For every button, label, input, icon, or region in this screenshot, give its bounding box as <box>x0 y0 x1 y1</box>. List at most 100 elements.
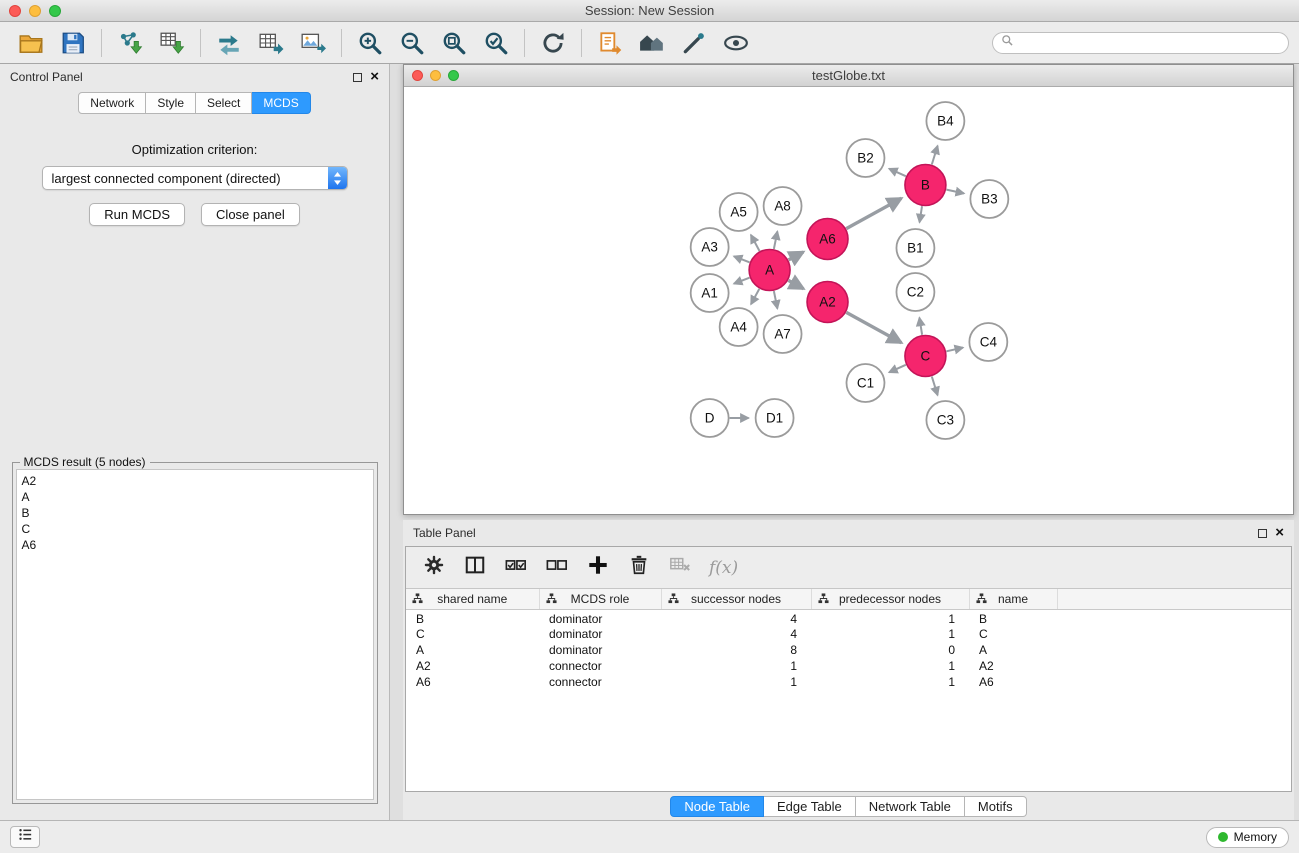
graph-node-B1[interactable]: B1 <box>896 229 934 267</box>
import-network-from-file-button[interactable] <box>109 25 151 61</box>
zoom-selected-button[interactable] <box>475 25 517 61</box>
graph-node-A8[interactable]: A8 <box>764 187 802 225</box>
edge-A-A1[interactable] <box>734 278 750 284</box>
zoom-out-button[interactable] <box>391 25 433 61</box>
run-mcds-button[interactable]: Run MCDS <box>89 203 185 226</box>
edge-C-C2[interactable] <box>919 318 922 335</box>
table-row-B[interactable]: Bdominator41B <box>406 609 1291 626</box>
graph-node-B2[interactable]: B2 <box>847 139 885 177</box>
function-builder-button[interactable]: f(x) <box>709 556 738 580</box>
result-item-A2[interactable]: A2 <box>22 473 368 489</box>
zoom-fit-button[interactable] <box>433 25 475 61</box>
close-panel-button[interactable]: Close panel <box>201 203 300 226</box>
minimize-window-button[interactable] <box>29 5 41 17</box>
network-window-titlebar[interactable]: testGlobe.txt <box>404 65 1293 87</box>
column-header-mcds-role[interactable]: MCDS role <box>539 589 661 609</box>
network-tools-button[interactable] <box>208 25 250 61</box>
edge-B-B2[interactable] <box>889 169 906 177</box>
graph-node-B4[interactable]: B4 <box>926 102 964 140</box>
graph-node-D[interactable]: D <box>691 399 729 437</box>
table-settings-button[interactable] <box>422 556 446 580</box>
export-image-button[interactable] <box>292 25 334 61</box>
annotations-button[interactable] <box>673 25 715 61</box>
tab-edge-table[interactable]: Edge Table <box>764 796 856 817</box>
table-row-A6[interactable]: A6connector11A6 <box>406 674 1291 690</box>
save-session-button[interactable] <box>52 25 94 61</box>
tab-select[interactable]: Select <box>196 92 252 114</box>
column-header-successor-nodes[interactable]: successor nodes <box>661 589 811 609</box>
column-header-predecessor-nodes[interactable]: predecessor nodes <box>811 589 969 609</box>
result-item-B[interactable]: B <box>22 505 368 521</box>
zoom-in-button[interactable] <box>349 25 391 61</box>
delete-table-button[interactable] <box>668 556 692 580</box>
select-all-rows-button[interactable] <box>504 556 528 580</box>
graph-node-C1[interactable]: C1 <box>847 364 885 402</box>
close-panel-icon[interactable]: × <box>370 71 379 83</box>
edge-A-A5[interactable] <box>751 235 760 251</box>
graph-node-A2[interactable]: A2 <box>807 282 848 323</box>
column-header-shared-name[interactable]: shared name <box>406 589 539 609</box>
edge-A-A8[interactable] <box>774 232 777 249</box>
table-row-C[interactable]: Cdominator41C <box>406 626 1291 642</box>
graph-node-C[interactable]: C <box>905 336 946 377</box>
graph-node-A1[interactable]: A1 <box>691 274 729 312</box>
close-table-panel-icon[interactable]: × <box>1275 527 1284 539</box>
edge-B-B1[interactable] <box>920 206 922 222</box>
edge-A-A4[interactable] <box>751 289 759 304</box>
edge-B-B3[interactable] <box>946 190 964 194</box>
edge-A-A3[interactable] <box>734 256 750 262</box>
add-row-button[interactable] <box>586 556 610 580</box>
network-canvas[interactable]: B4B2BB3A5A8A6A3B1AA1C2A2A4A7CC4C1C3DD1 <box>404 87 1293 514</box>
column-header-name[interactable]: name <box>969 589 1057 609</box>
tab-network-table[interactable]: Network Table <box>856 796 965 817</box>
network-graph[interactable]: B4B2BB3A5A8A6A3B1AA1C2A2A4A7CC4C1C3DD1 <box>404 87 1293 514</box>
graph-node-C4[interactable]: C4 <box>969 323 1007 361</box>
zoom-network-window-button[interactable] <box>448 70 459 81</box>
copy-view-button[interactable] <box>589 25 631 61</box>
table-tools-button[interactable] <box>250 25 292 61</box>
graph-node-A[interactable]: A <box>749 250 790 291</box>
first-neighbors-button[interactable] <box>631 25 673 61</box>
float-table-panel-icon[interactable] <box>1258 529 1267 538</box>
graph-node-C3[interactable]: C3 <box>926 401 964 439</box>
graph-node-B3[interactable]: B3 <box>970 180 1008 218</box>
open-session-button[interactable] <box>10 25 52 61</box>
show-graphics-details-button[interactable] <box>715 25 757 61</box>
tab-network[interactable]: Network <box>78 92 146 114</box>
table-row-A[interactable]: Adominator80A <box>406 642 1291 658</box>
edge-A-A2[interactable] <box>788 280 803 288</box>
result-item-A6[interactable]: A6 <box>22 537 368 553</box>
tab-mcds[interactable]: MCDS <box>252 92 310 114</box>
zoom-window-button[interactable] <box>49 5 61 17</box>
graph-node-C2[interactable]: C2 <box>896 273 934 311</box>
table-row-A2[interactable]: A2connector11A2 <box>406 658 1291 674</box>
close-network-window-button[interactable] <box>412 70 423 81</box>
graph-node-A3[interactable]: A3 <box>691 228 729 266</box>
deselect-all-rows-button[interactable] <box>545 556 569 580</box>
close-window-button[interactable] <box>9 5 21 17</box>
tab-style[interactable]: Style <box>146 92 196 114</box>
delete-rows-button[interactable] <box>627 556 651 580</box>
result-item-A[interactable]: A <box>22 489 368 505</box>
import-table-from-file-button[interactable] <box>151 25 193 61</box>
graph-node-A7[interactable]: A7 <box>764 315 802 353</box>
search-input[interactable] <box>1019 36 1280 50</box>
show-columns-button[interactable] <box>463 556 487 580</box>
graph-node-B[interactable]: B <box>905 165 946 206</box>
tab-node-table[interactable]: Node Table <box>670 796 764 817</box>
edge-A6-B[interactable] <box>846 198 901 228</box>
tab-motifs[interactable]: Motifs <box>965 796 1027 817</box>
memory-button[interactable]: Memory <box>1206 827 1289 848</box>
graph-node-A6[interactable]: A6 <box>807 219 848 260</box>
minimize-network-window-button[interactable] <box>430 70 441 81</box>
search-box[interactable] <box>992 32 1289 54</box>
mcds-result-list[interactable]: A2ABCA6 <box>16 469 374 800</box>
edge-A-A7[interactable] <box>774 291 777 308</box>
panel-menu-button[interactable] <box>10 826 40 848</box>
optimization-criterion-select[interactable]: largest connected component (directed) <box>42 166 348 190</box>
edge-B-B4[interactable] <box>932 146 938 165</box>
edge-C-C1[interactable] <box>889 365 906 373</box>
graph-node-A5[interactable]: A5 <box>720 193 758 231</box>
result-item-C[interactable]: C <box>22 521 368 537</box>
float-panel-icon[interactable] <box>353 73 362 82</box>
